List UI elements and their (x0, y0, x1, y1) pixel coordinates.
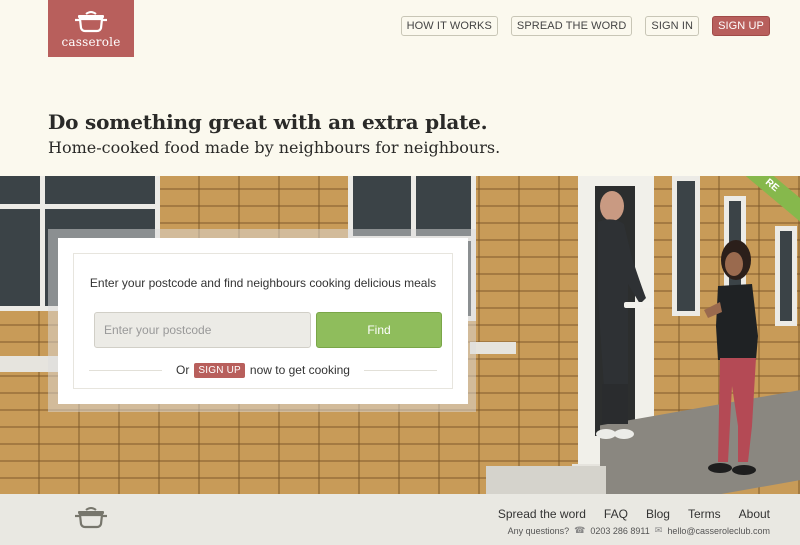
find-button[interactable]: Find (316, 312, 442, 348)
divider-right (363, 369, 438, 371)
phone-icon: ☎ (574, 525, 586, 535)
questions-label: Any questions? (507, 525, 570, 536)
top-nav: HOW IT WORKS SPREAD THE WORD SIGN IN SIG… (400, 16, 770, 36)
envelope-icon: ✉ (654, 525, 663, 535)
or-label: Or (176, 363, 190, 377)
search-card-inner: Enter your postcode and find neighbours … (73, 253, 453, 389)
footer-link-spread-the-word[interactable]: Spread the word (498, 507, 586, 521)
casserole-logo[interactable]: casserole (48, 0, 134, 57)
page-subheadline: Home-cooked food made by neighbours for … (48, 138, 501, 157)
footer-link-blog[interactable]: Blog (646, 507, 670, 521)
signup-prompt: Or SIGN UP now to get cooking (162, 362, 364, 378)
footer: Spread the word FAQ Blog Terms About Any… (0, 494, 800, 545)
casserole-pot-icon[interactable] (72, 506, 110, 530)
signup-suffix: now to get cooking (249, 363, 350, 377)
divider-left (89, 369, 163, 371)
footer-link-about[interactable]: About (739, 507, 770, 521)
page-headline: Do something great with an extra plate. (48, 110, 488, 134)
signup-prompt-row: Or SIGN UP now to get cooking (89, 362, 438, 378)
sign-up-button[interactable]: SIGN UP (712, 16, 770, 36)
spread-the-word-button[interactable]: SPREAD THE WORD (510, 16, 633, 36)
sign-in-button[interactable]: SIGN IN (645, 16, 700, 36)
woman-figure (704, 240, 758, 475)
man-figure (596, 191, 654, 439)
footer-link-faq[interactable]: FAQ (604, 507, 628, 521)
inline-sign-up-button[interactable]: SIGN UP (194, 362, 245, 378)
postcode-input[interactable] (94, 312, 311, 348)
contact-email[interactable]: hello@casseroleclub.com (667, 526, 770, 536)
how-it-works-button[interactable]: HOW IT WORKS (400, 16, 498, 36)
casserole-pot-icon (75, 11, 107, 33)
search-prompt: Enter your postcode and find neighbours … (89, 276, 437, 290)
footer-links: Spread the word FAQ Blog Terms About (498, 507, 770, 521)
phone-number[interactable]: 0203 286 8911 (590, 526, 649, 536)
footer-link-terms[interactable]: Terms (688, 507, 721, 521)
footer-contact: Any questions? ☎ 0203 286 8911 ✉ hello@c… (508, 525, 770, 536)
search-card: Enter your postcode and find neighbours … (58, 238, 468, 404)
logo-wordmark: casserole (61, 35, 121, 49)
